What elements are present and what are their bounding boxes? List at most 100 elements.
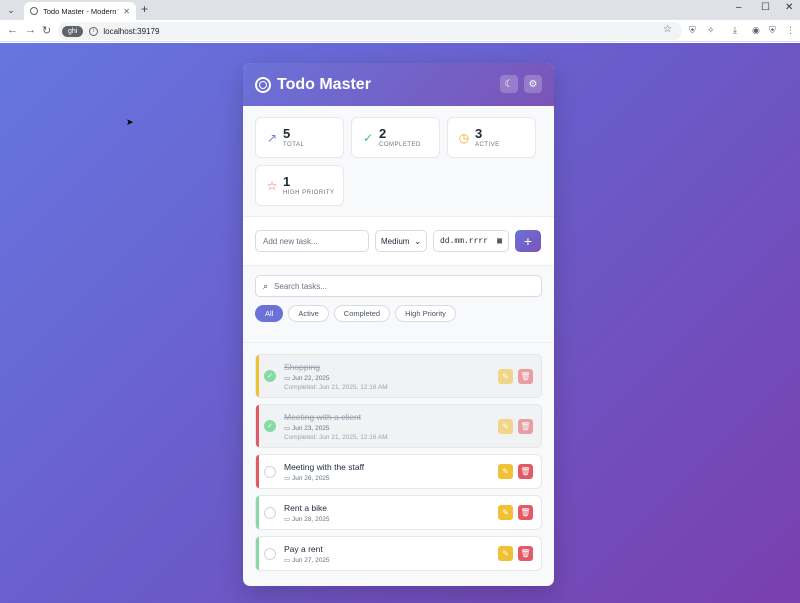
filter-all[interactable]: All [255,305,284,322]
task-checkbox[interactable] [264,506,276,519]
calendar-icon[interactable]: ▦ [497,236,502,246]
task-item: Pay a rent ▭ Jun 27, 2025 ✎ 🗑 [255,536,542,571]
task-checkbox[interactable]: ✓ [264,420,276,432]
task-completed-at: Completed: Jun 21, 2025, 12:16 AM [284,433,388,441]
chevron-down-icon: ⌄ [414,236,421,246]
task-date: ▭ Jun 27, 2025 [284,556,498,564]
trash-icon[interactable]: 🗑 [518,418,533,434]
check-icon: ✓ [362,130,374,145]
shield-extension-icon[interactable]: ⛨ [689,25,696,36]
edit-icon[interactable]: ✎ [498,505,513,520]
trash-icon[interactable]: 🗑 [518,546,533,561]
task-date-text: Jun 22, 2025 [291,374,330,382]
task-completed-at: Completed: Jun 21, 2025, 12:16 AM [284,383,388,391]
trash-icon[interactable]: 🗑 [518,505,533,520]
stat-value: 1 [283,174,291,189]
task-checkbox[interactable]: ✓ [264,370,276,382]
priority-bar [256,455,259,488]
filter-active[interactable]: Active [288,305,329,322]
settings-icon[interactable]: ⚙ [524,75,542,93]
due-date-input[interactable]: dd.mm.rrrr ▦ [433,230,509,252]
edit-icon[interactable]: ✎ [498,368,513,384]
stat-label: COMPLETED [379,142,421,148]
task-title: Pay a rent [284,543,323,554]
calendar-icon: ▭ [284,515,292,523]
stat-value: 5 [283,126,291,141]
task-title: Meeting with the staff [284,461,365,472]
task-date-text: Jun 27, 2025 [291,556,330,564]
search-input[interactable]: ⌕ Search tasks... [255,275,542,297]
back-icon[interactable]: ← [7,24,18,36]
menu-icon[interactable]: ⋮ [786,25,795,36]
stats-grid: ↗ 5 TOTAL ✓ 2 COMPLETED ◷ 3 ACTIVE ☆ 1 HIGH … [243,106,554,206]
filter-completed[interactable]: Completed [333,305,391,322]
calendar-icon: ▭ [284,424,292,432]
incognito-pill[interactable]: ghi [62,25,84,37]
security-extension-icon[interactable]: ⛨ [769,25,776,36]
filter-chips: All Active Completed High Priority [255,305,542,322]
stat-active: ◷ 3 ACTIVE [447,117,536,158]
bookmark-star-icon[interactable]: ☆ [663,24,672,35]
task-item: Meeting with the staff ▭ Jun 26, 2025 ✎ 🗑 [255,454,542,489]
stat-label: HIGH PRIORITY [283,190,335,196]
new-task-input[interactable]: Add new task... [255,230,369,252]
browser-tab[interactable]: Todo Master - Modern Task Mana ✕ [24,2,136,20]
filter-high-priority[interactable]: High Priority [395,305,456,322]
date-placeholder: dd.mm.rrrr [440,236,489,246]
clock-icon: ◷ [458,130,470,145]
priority-bar [256,537,259,570]
maximize-icon[interactable]: ☐ [761,2,770,13]
app-header: Todo Master ☾ ⚙ [243,63,554,106]
task-date-text: Jun 28, 2025 [291,515,330,523]
priority-value: Medium [381,236,410,246]
calendar-icon: ▭ [284,556,292,564]
globe-icon [30,7,38,15]
priority-bar [256,355,259,397]
task-date-text: Jun 23, 2025 [291,424,330,432]
edit-icon[interactable]: ✎ [498,418,513,434]
search-icon: ⌕ [263,280,269,291]
info-icon[interactable]: i [89,26,99,36]
extension-icon[interactable]: ✧ [707,25,715,36]
browser-toolbar: ← → ↻ ghi i localhost:39179 ☆ ⛨ ✧ ⤓ ◉ ⛨ … [0,20,800,42]
add-task-section: Add new task... Medium ⌄ dd.mm.rrrr ▦ + [243,216,554,266]
priority-bar [256,405,259,447]
dark-mode-icon[interactable]: ☾ [500,75,518,93]
stat-high-priority: ☆ 1 HIGH PRIORITY [255,165,344,206]
url-text[interactable]: localhost:39179 [103,27,159,36]
new-tab-button[interactable]: + [141,2,148,16]
task-list: ✓ Shopping ▭ Jun 22, 2025 Completed: Jun… [243,343,554,571]
download-icon[interactable]: ⤓ [733,25,737,36]
task-title: Rent a bike [284,502,327,513]
calendar-icon: ▭ [284,374,292,382]
forward-icon[interactable]: → [25,24,36,36]
stat-label: ACTIVE [475,142,500,148]
minimize-icon[interactable]: – [736,2,742,13]
task-checkbox[interactable] [264,465,276,478]
task-date: ▭ Jun 22, 2025 [284,374,498,382]
task-title: Shopping [284,361,320,372]
trash-icon[interactable]: 🗑 [518,368,533,384]
profile-icon[interactable]: ◉ [752,25,760,36]
star-icon: ☆ [266,178,278,193]
target-logo-icon [255,76,271,93]
tab-search-icon[interactable]: ⌄ [4,3,18,17]
edit-icon[interactable]: ✎ [498,464,513,479]
address-bar[interactable]: ghi i localhost:39179 ☆ [58,22,682,40]
task-checkbox[interactable] [264,547,276,560]
task-date: ▭ Jun 23, 2025 [284,424,498,432]
mouse-cursor-icon: ➤ [126,117,134,127]
filter-section: ⌕ Search tasks... All Active Completed H… [243,275,554,343]
task-item: ✓ Meeting with a client ▭ Jun 23, 2025 C… [255,404,542,448]
edit-icon[interactable]: ✎ [498,546,513,561]
priority-select[interactable]: Medium ⌄ [375,230,427,252]
task-date: ▭ Jun 28, 2025 [284,515,498,523]
trash-icon[interactable]: 🗑 [518,464,533,479]
priority-bar [256,496,259,529]
reload-icon[interactable]: ↻ [42,24,51,37]
close-window-icon[interactable]: ✕ [785,2,793,13]
task-item: ✓ Shopping ▭ Jun 22, 2025 Completed: Jun… [255,354,542,398]
search-placeholder: Search tasks... [274,281,327,291]
add-task-button[interactable]: + [515,230,541,252]
close-tab-icon[interactable]: ✕ [123,7,130,16]
